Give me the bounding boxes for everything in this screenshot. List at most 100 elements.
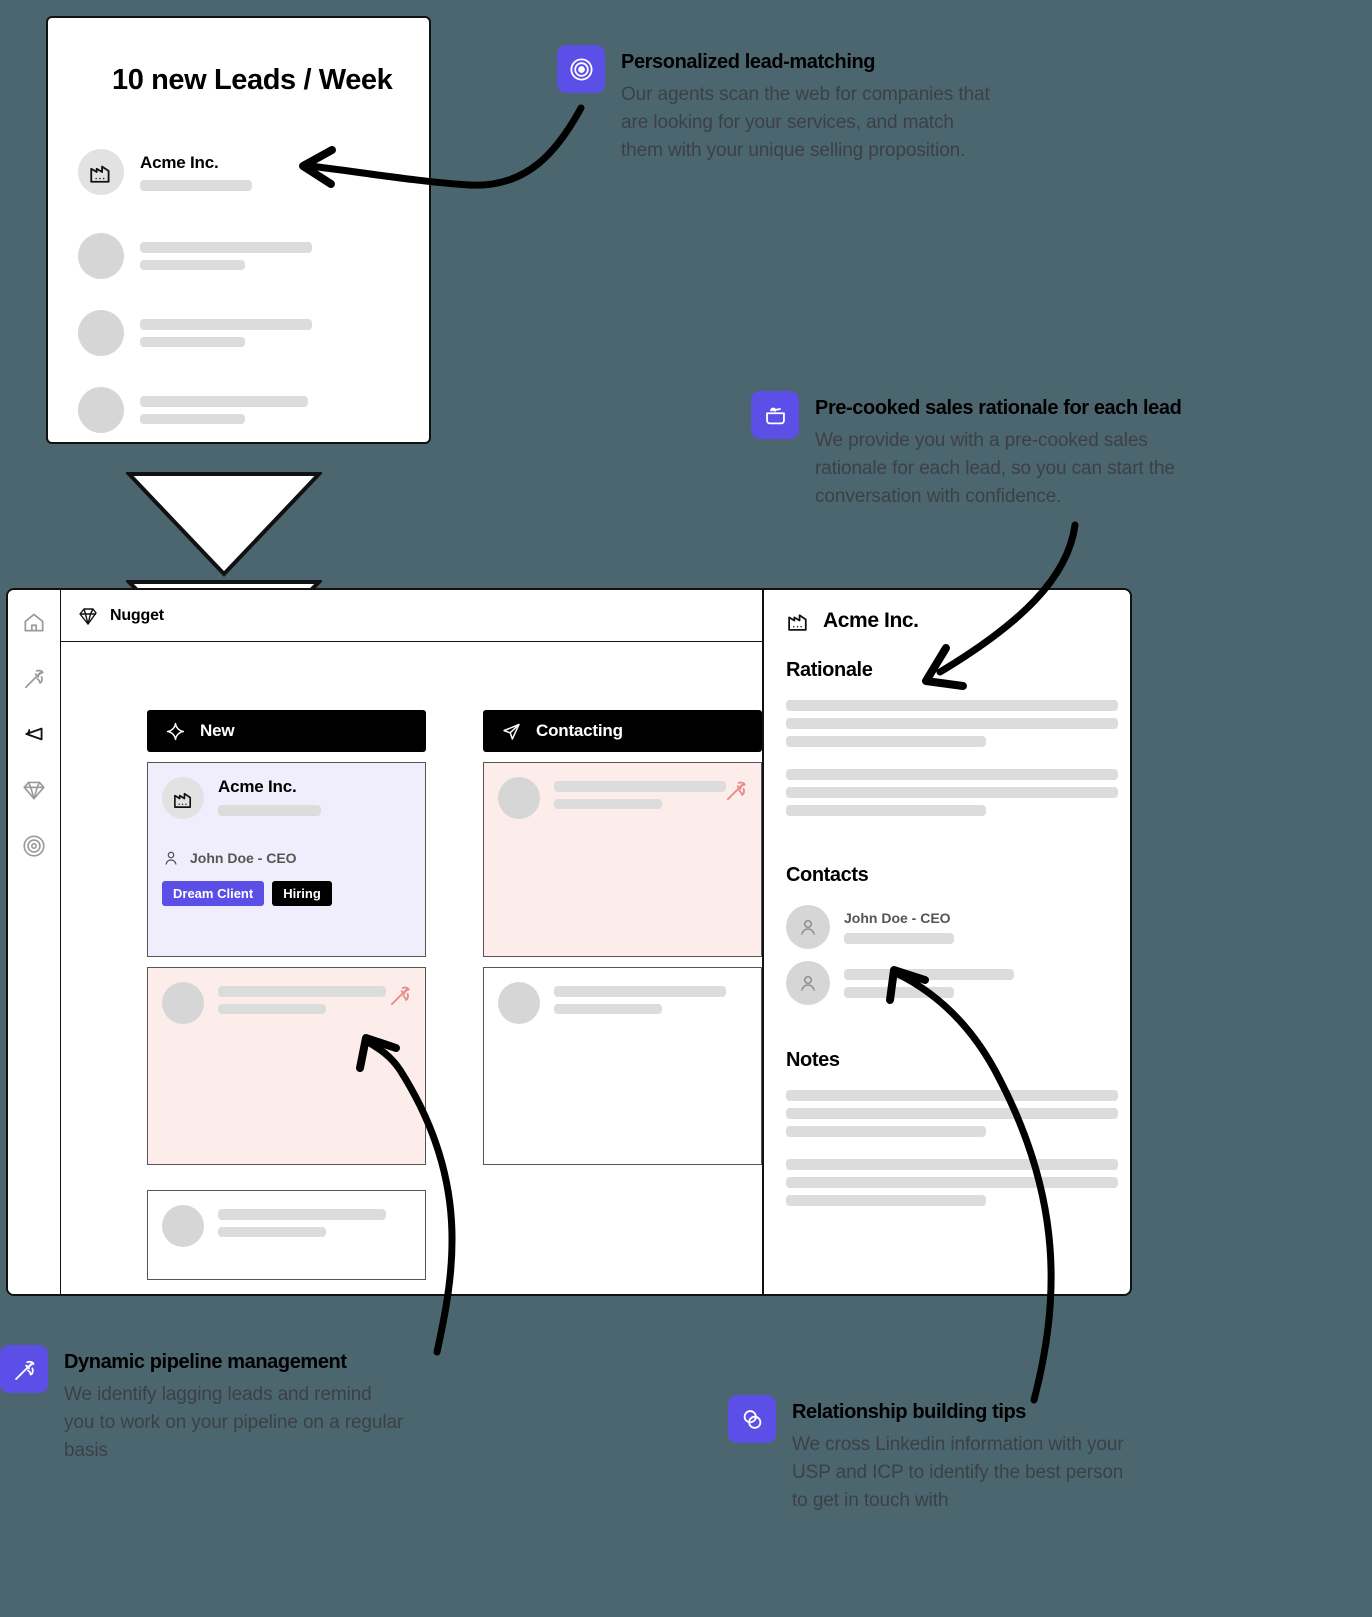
lead-name: Acme Inc. [140, 153, 219, 172]
skeleton-bar [786, 1195, 986, 1206]
skeleton-bar [140, 242, 312, 253]
skeleton-bar [786, 1177, 1118, 1188]
person-icon [786, 961, 830, 1005]
list-item[interactable]: Acme Inc. [78, 149, 399, 195]
annotation-relationship-building-tips: Relationship building tips We cross Link… [728, 1395, 1288, 1515]
skeleton-bar [140, 396, 308, 407]
person-icon [162, 849, 180, 867]
skeleton-bar [218, 1227, 326, 1237]
page-title: 10 new Leads / Week [112, 64, 393, 96]
skeleton-bar [554, 781, 726, 792]
list-item[interactable] [78, 233, 399, 279]
avatar [78, 233, 124, 279]
sidebar-item-gems[interactable] [19, 775, 49, 805]
card-contact-label: John Doe - CEO [190, 850, 297, 866]
board-columns: New Acme Inc. John Doe - CEO Dream Clien… [61, 642, 762, 1294]
board-card-acme[interactable]: Acme Inc. John Doe - CEO Dream Client Hi… [147, 762, 426, 957]
app-brand-name: Nugget [110, 606, 164, 624]
skeleton-bar [786, 1126, 986, 1137]
page-canvas: 10 new Leads / Week Acme Inc. Nugget New… [0, 0, 1372, 1617]
skeleton-bar [786, 1108, 1118, 1119]
annotation-title: Pre-cooked sales rationale for each lead [815, 397, 1182, 419]
board-card-lagging[interactable] [147, 967, 426, 1165]
board-card-placeholder[interactable] [483, 967, 762, 1165]
annotation-body: We cross Linkedin information with your … [792, 1434, 1124, 1512]
hammer-icon [0, 1345, 48, 1393]
skeleton-bar [140, 319, 312, 330]
skeleton-bar [554, 799, 662, 809]
lead-detail-pane: Acme Inc. Rationale Contacts John Doe - … [764, 590, 1130, 1294]
app-window: Nugget New Acme Inc. John Doe - CEO Drea… [6, 588, 1132, 1296]
skeleton-bar [786, 1159, 1118, 1170]
person-icon [786, 905, 830, 949]
sidebar-item-campaign[interactable] [19, 719, 49, 749]
skeleton-bar [218, 986, 386, 997]
skeleton-bar [140, 337, 245, 347]
annotation-title: Dynamic pipeline management [64, 1351, 347, 1373]
factory-icon [162, 777, 204, 819]
gem-icon [76, 604, 100, 628]
notes-skeleton [786, 1159, 1118, 1206]
leads-preview-card: 10 new Leads / Week Acme Inc. [46, 16, 431, 444]
skeleton-bar [786, 1090, 1118, 1101]
board-column-contacting: Contacting [483, 710, 762, 1294]
sidebar-item-targets[interactable] [19, 831, 49, 861]
skeleton-bar [786, 718, 1118, 729]
skeleton-bar [554, 1004, 662, 1014]
app-header: Nugget [61, 590, 762, 642]
pipeline-board: Nugget New Acme Inc. John Doe - CEO Drea… [61, 590, 764, 1294]
annotation-personalized-lead-matching: Personalized lead-matching Our agents sc… [557, 45, 1117, 165]
rationale-skeleton [786, 769, 1118, 816]
skeleton-bar [140, 260, 245, 270]
annotation-title: Relationship building tips [792, 1401, 1027, 1423]
avatar [498, 777, 540, 819]
avatar [162, 982, 204, 1024]
skeleton-bar [786, 736, 986, 747]
avatar [498, 982, 540, 1024]
contact-row[interactable] [786, 961, 1108, 1005]
cooking-pot-icon [751, 391, 799, 439]
column-header[interactable]: Contacting [483, 710, 762, 752]
board-column-new: New Acme Inc. John Doe - CEO Dream Clien… [147, 710, 426, 1294]
list-item[interactable] [78, 387, 399, 433]
skeleton-bar [844, 968, 1014, 980]
status-badge[interactable]: Hiring [272, 881, 332, 906]
skeleton-bar [786, 787, 1118, 798]
board-card-placeholder[interactable] [147, 1190, 426, 1280]
section-title-rationale: Rationale [786, 659, 873, 681]
contact-row[interactable]: John Doe - CEO [786, 905, 1108, 949]
notes-skeleton [786, 1090, 1118, 1137]
skeleton-bar [218, 1004, 326, 1014]
skeleton-bar [140, 414, 245, 424]
column-header[interactable]: New [147, 710, 426, 752]
send-icon [501, 721, 522, 742]
skeleton-bar [786, 805, 986, 816]
detail-company-name: Acme Inc. [823, 608, 919, 632]
hammer-icon [723, 777, 749, 803]
annotation-body: We provide you with a pre-cooked sales r… [815, 430, 1175, 508]
contact-name: John Doe - CEO [844, 910, 951, 926]
board-card-lagging[interactable] [483, 762, 762, 957]
app-sidebar [8, 590, 61, 1294]
section-title-notes: Notes [786, 1049, 840, 1071]
list-item[interactable] [78, 310, 399, 356]
avatar [162, 1205, 204, 1247]
annotation-pre-cooked-sales-rationale: Pre-cooked sales rationale for each lead… [751, 391, 1311, 511]
rationale-skeleton [786, 700, 1118, 747]
skeleton-bar [844, 986, 954, 998]
skeleton-bar [786, 769, 1118, 780]
sidebar-item-mining[interactable] [19, 663, 49, 693]
hammer-icon [387, 982, 413, 1008]
annotation-body: We identify lagging leads and remind you… [64, 1384, 404, 1462]
sparkle-icon [165, 721, 186, 742]
avatar [78, 310, 124, 356]
status-badge[interactable]: Dream Client [162, 881, 265, 906]
skeleton-bar [844, 933, 954, 944]
sidebar-item-home[interactable] [19, 607, 49, 637]
venn-icon [728, 1395, 776, 1443]
skeleton-bar [786, 700, 1118, 711]
card-company-name: Acme Inc. [218, 777, 297, 796]
annotation-body: Our agents scan the web for companies th… [621, 84, 990, 162]
card-contact: John Doe - CEO [162, 849, 411, 867]
section-title-contacts: Contacts [786, 864, 869, 886]
